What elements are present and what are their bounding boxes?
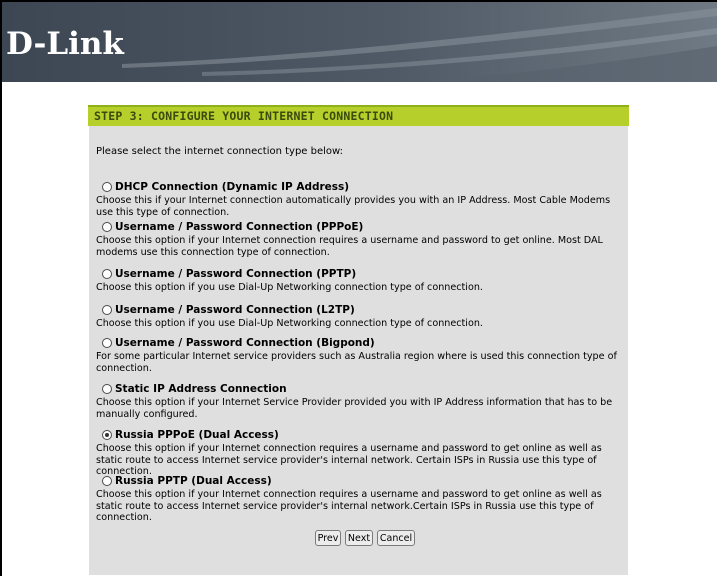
option-description: For some particular Internet service pro… <box>96 351 617 374</box>
option-russia-pptp: Russia PPTP (Dual Access) Choose this op… <box>96 475 626 524</box>
radio-pppoe[interactable] <box>102 222 112 232</box>
option-title: Russia PPPoE (Dual Access) <box>115 429 279 441</box>
option-description: Choose this option if your Internet Serv… <box>96 397 613 420</box>
intro-text: Please select the internet connection ty… <box>96 146 344 157</box>
header-banner: D-Link <box>2 2 717 82</box>
radio-russia-pppoe[interactable] <box>102 430 112 440</box>
radio-pptp[interactable] <box>102 269 112 279</box>
option-title: Username / Password Connection (L2TP) <box>115 304 355 316</box>
option-l2tp: Username / Password Connection (L2TP) Ch… <box>96 304 626 330</box>
option-title: Username / Password Connection (PPTP) <box>115 268 357 280</box>
option-title: Username / Password Connection (Bigpond) <box>115 337 375 349</box>
option-pptp: Username / Password Connection (PPTP) Ch… <box>96 268 626 294</box>
prev-button[interactable]: Prev <box>315 530 341 546</box>
radio-russia-pptp[interactable] <box>102 476 112 486</box>
radio-l2tp[interactable] <box>102 305 112 315</box>
radio-static-ip[interactable] <box>102 384 112 394</box>
cancel-button[interactable]: Cancel <box>377 530 415 546</box>
option-static-ip: Static IP Address Connection Choose this… <box>96 383 626 420</box>
step-header-bar: STEP 3: CONFIGURE YOUR INTERNET CONNECTI… <box>88 105 629 126</box>
option-description: Choose this option if you use Dial-Up Ne… <box>96 282 483 293</box>
option-description: Choose this option if your Internet conn… <box>96 443 602 477</box>
radio-bigpond[interactable] <box>102 338 112 348</box>
option-pppoe: Username / Password Connection (PPPoE) C… <box>96 221 626 258</box>
option-description: Choose this if your Internet connection … <box>96 195 611 218</box>
option-description: Choose this option if you use Dial-Up Ne… <box>96 318 483 329</box>
option-dhcp: DHCP Connection (Dynamic IP Address) Cho… <box>96 181 626 218</box>
option-description: Choose this option if your Internet conn… <box>96 489 602 523</box>
step-title: STEP 3: CONFIGURE YOUR INTERNET CONNECTI… <box>94 109 394 123</box>
option-russia-pppoe: Russia PPPoE (Dual Access) Choose this o… <box>96 429 626 478</box>
option-title: DHCP Connection (Dynamic IP Address) <box>115 181 350 193</box>
option-bigpond: Username / Password Connection (Bigpond)… <box>96 337 626 374</box>
radio-dhcp[interactable] <box>102 182 112 192</box>
option-description: Choose this option if your Internet conn… <box>96 235 603 258</box>
option-title: Username / Password Connection (PPPoE) <box>115 221 364 233</box>
option-title: Static IP Address Connection <box>115 383 287 395</box>
option-title: Russia PPTP (Dual Access) <box>115 475 272 487</box>
next-button[interactable]: Next <box>345 530 373 546</box>
dlink-logo: D-Link <box>6 26 124 62</box>
